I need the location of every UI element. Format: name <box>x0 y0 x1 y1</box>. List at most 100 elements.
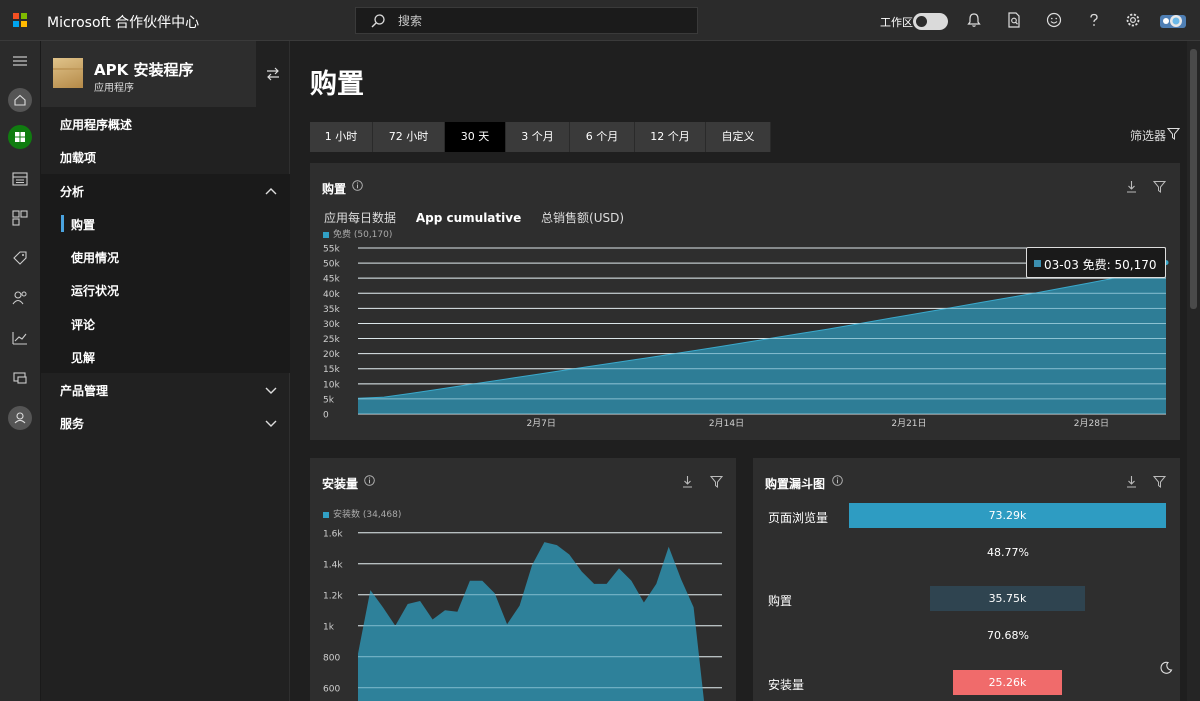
download-icon[interactable] <box>681 475 694 488</box>
home-icon[interactable] <box>8 88 32 112</box>
tab-app-cumulative[interactable]: App cumulative <box>416 211 521 225</box>
nav-item-usage[interactable]: 使用情况 <box>41 240 290 273</box>
help-icon[interactable] <box>1085 11 1103 29</box>
nav-item-product-management[interactable]: 产品管理 <box>41 373 290 406</box>
x-tick-label: 2月14日 <box>709 418 744 429</box>
search-box[interactable] <box>355 7 698 34</box>
profile-icon[interactable] <box>8 406 32 430</box>
download-icon[interactable] <box>1125 475 1138 488</box>
acquisitions-view-tabs: 应用每日数据 App cumulative 总销售额(USD) <box>324 209 640 226</box>
funnel-label-acquisitions: 购置 <box>768 594 793 608</box>
acquisitions-card: 购置 应用每日数据 App cumulative 总销售额(USD) 免费 (5… <box>310 163 1180 440</box>
funnel-rate-2: 70.68% <box>987 629 1029 642</box>
filter-icon[interactable] <box>710 475 723 488</box>
users-icon[interactable] <box>10 288 30 308</box>
legend-swatch <box>323 511 329 518</box>
top-bar: Microsoft 合作伙伴中心 工作区 <box>0 0 1200 41</box>
y-tick-label: 15k <box>323 365 340 375</box>
filter-button[interactable]: 筛选器 <box>1130 127 1166 144</box>
page-title: 购置 <box>310 69 364 100</box>
scrollbar[interactable] <box>1187 41 1200 701</box>
funnel-bar-page-views[interactable]: 73.29k <box>849 503 1166 528</box>
x-tick-label: 2月28日 <box>1074 418 1109 429</box>
y-tick-label: 800 <box>323 653 340 663</box>
y-tick-label: 5k <box>323 395 335 405</box>
y-tick-label: 1k <box>323 622 335 632</box>
app-title[interactable]: Microsoft 合作伙伴中心 <box>47 12 199 32</box>
nav-item-services[interactable]: 服务 <box>41 406 290 439</box>
tab-3-months[interactable]: 3 个月 <box>506 122 570 152</box>
analytics-icon[interactable] <box>10 328 30 348</box>
workspace-toggle[interactable] <box>913 13 948 30</box>
smiley-feedback-icon[interactable] <box>1045 11 1063 29</box>
acquisitions-card-title: 购置 <box>322 182 347 196</box>
y-tick-label: 20k <box>323 350 340 360</box>
bell-icon[interactable] <box>965 11 983 29</box>
moon-icon[interactable] <box>1159 661 1173 675</box>
y-tick-label: 1.6k <box>323 529 343 539</box>
nav-app-name: APK 安装程序 <box>94 61 194 79</box>
tag-icon[interactable] <box>10 248 30 268</box>
dashboard-icon[interactable] <box>10 208 30 228</box>
info-icon[interactable] <box>832 475 843 486</box>
info-icon[interactable] <box>364 475 375 486</box>
nav-item-reviews[interactable]: 评论 <box>41 307 290 340</box>
document-icon[interactable] <box>10 169 30 189</box>
tab-30-days[interactable]: 30 天 <box>445 122 506 152</box>
y-tick-label: 10k <box>323 380 340 390</box>
scrollbar-thumb[interactable] <box>1190 49 1197 309</box>
nav-item-insights[interactable]: 见解 <box>41 340 290 373</box>
tab-total-sales[interactable]: 总销售额(USD) <box>541 211 624 225</box>
funnel-bar-installs[interactable]: 25.26k <box>953 670 1062 695</box>
search-icon <box>371 14 385 28</box>
download-icon[interactable] <box>1125 180 1138 193</box>
funnel-rate-1: 48.77% <box>987 546 1029 559</box>
y-tick-label: 1.2k <box>323 591 343 601</box>
info-icon[interactable] <box>352 180 363 191</box>
menu-icon[interactable] <box>10 51 30 71</box>
funnel-card: 购置漏斗图 页面浏览量 73.29k 48.77% 购置 35.75k 70.6… <box>753 458 1180 701</box>
tab-72-hours[interactable]: 72 小时 <box>373 122 445 152</box>
tab-1-hour[interactable]: 1 小时 <box>310 122 373 152</box>
switch-app-icon[interactable] <box>265 66 281 82</box>
nav-item-app-overview[interactable]: 应用程序概述 <box>41 107 290 140</box>
chart-tooltip: 03-03 免费: 50,170 <box>1026 247 1166 278</box>
filter-icon[interactable] <box>1153 475 1166 488</box>
y-tick-label: 35k <box>323 305 340 315</box>
legend-swatch <box>323 231 329 238</box>
tab-6-months[interactable]: 6 个月 <box>570 122 635 152</box>
acquisitions-legend[interactable]: 免费 (50,170) <box>323 227 392 240</box>
installs-legend[interactable]: 安装数 (34,468) <box>323 507 401 520</box>
funnel-label-page-views: 页面浏览量 <box>768 511 829 525</box>
tab-12-months[interactable]: 12 个月 <box>635 122 706 152</box>
logo-square-red <box>13 13 19 19</box>
tab-custom[interactable]: 自定义 <box>706 122 771 152</box>
tooltip-text: 03-03 免费: 50,170 <box>1044 258 1157 272</box>
windows-icon[interactable] <box>8 125 32 149</box>
tooltip-swatch <box>1034 260 1041 267</box>
nav-app-type: 应用程序 <box>94 83 134 94</box>
filter-icon[interactable] <box>1167 127 1180 140</box>
logo-square-blue <box>13 21 19 27</box>
avatar[interactable] <box>1159 11 1187 31</box>
devices-icon[interactable] <box>10 368 30 388</box>
nav-item-health[interactable]: 运行状况 <box>41 273 290 306</box>
funnel-card-title: 购置漏斗图 <box>765 477 826 491</box>
installs-card: 安装量 安装数 (34,468) 600 800 1k 1.2k 1.4k 1.6k <box>310 458 736 701</box>
y-tick-label: 30k <box>323 320 340 330</box>
funnel-bar-acquisitions[interactable]: 35.75k <box>930 586 1085 611</box>
gear-icon[interactable] <box>1124 11 1142 29</box>
microsoft-logo-icon[interactable] <box>13 13 27 27</box>
nav-item-acquisitions[interactable]: 购置 <box>41 207 290 240</box>
y-tick-label: 25k <box>323 335 340 345</box>
tab-app-daily[interactable]: 应用每日数据 <box>324 211 396 225</box>
nav-app-header: APK 安装程序 应用程序 <box>41 41 256 107</box>
filter-icon[interactable] <box>1153 180 1166 193</box>
chevron-down-icon <box>265 420 277 427</box>
y-tick-label: 0 <box>323 411 329 421</box>
search-input[interactable] <box>398 13 678 29</box>
document-search-icon[interactable] <box>1005 11 1023 29</box>
x-tick-label: 2月21日 <box>891 418 926 429</box>
nav-item-analytics[interactable]: 分析 <box>41 174 290 207</box>
nav-item-add-ons[interactable]: 加载项 <box>41 140 290 173</box>
